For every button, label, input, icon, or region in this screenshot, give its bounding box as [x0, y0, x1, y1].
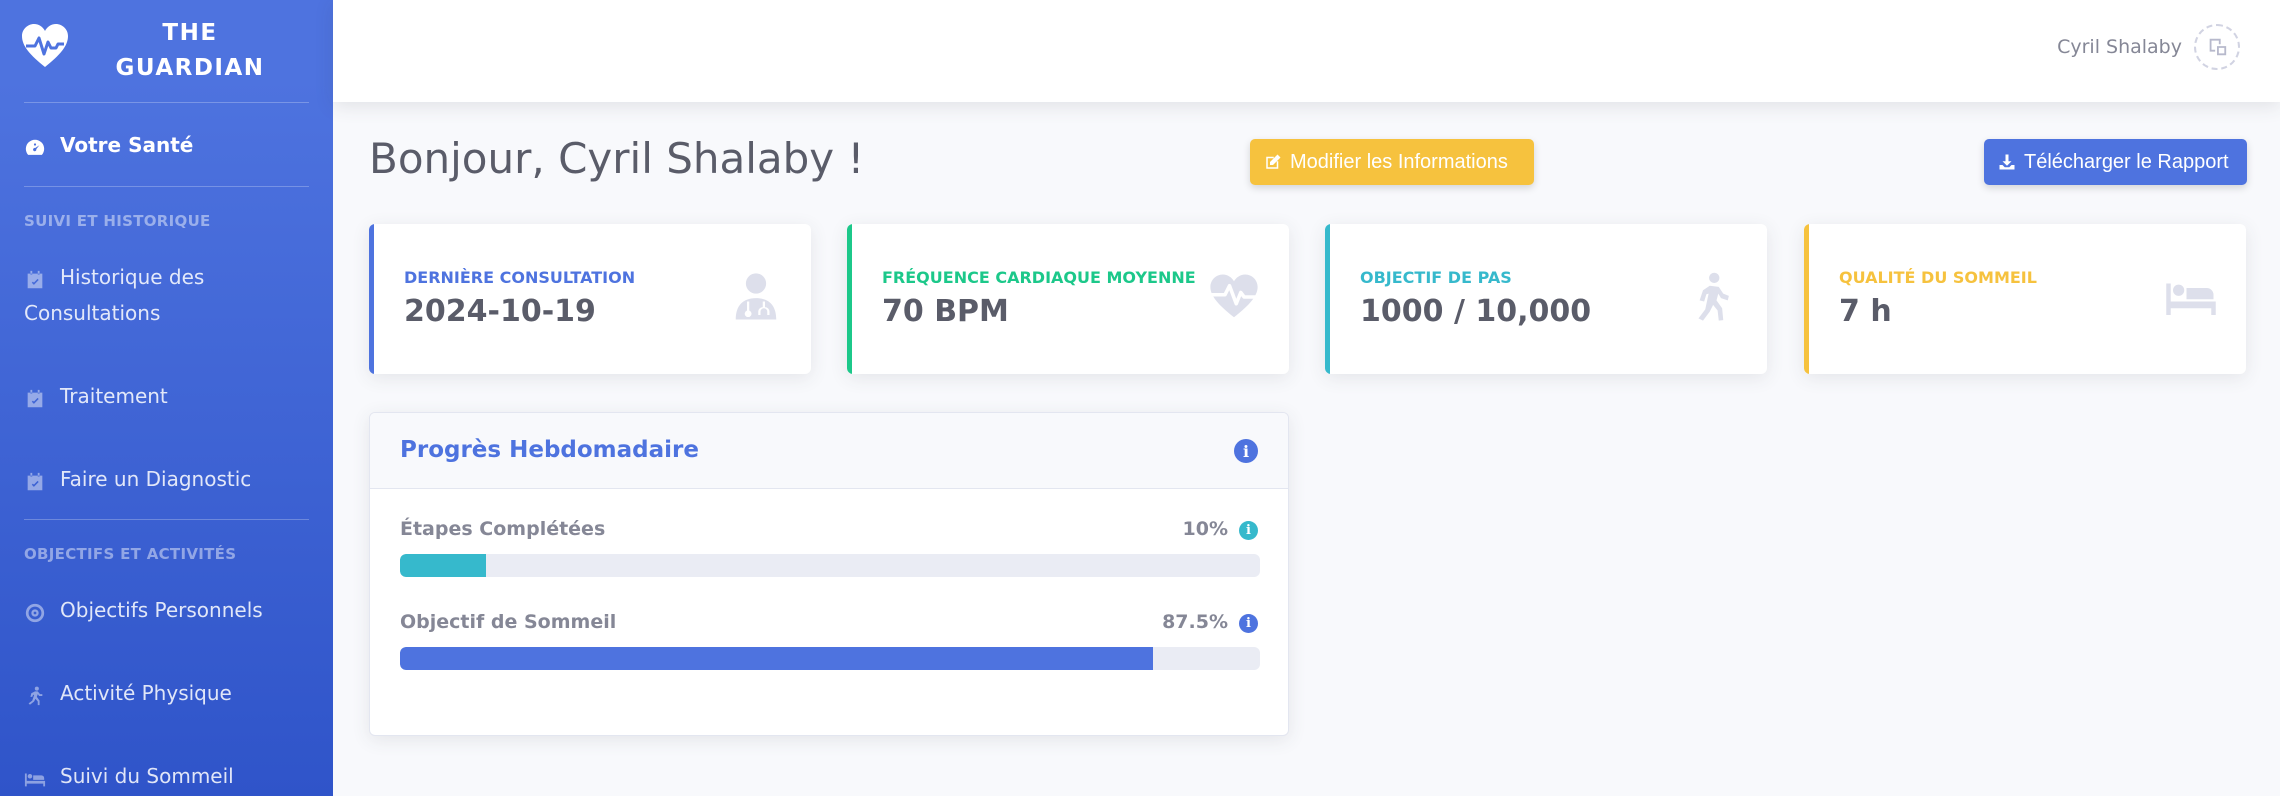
user-image-icon [2209, 38, 2227, 56]
heartbeat-logo-icon [20, 22, 70, 72]
page-title: Bonjour, Cyril Shalaby ! [369, 134, 865, 183]
card-value: 70 BPM [882, 294, 1009, 329]
edit-icon [1266, 154, 1281, 169]
progress-label-sleep: Objectif de Sommeil [400, 611, 617, 633]
card-value: 7 h [1839, 294, 1892, 329]
sidebar-divider [24, 519, 309, 520]
download-report-label: Télécharger le Rapport [2024, 150, 2229, 173]
card-label: FRÉQUENCE CARDIAQUE MOYENNE [882, 268, 1196, 287]
card-accent [847, 224, 852, 374]
card-label: DERNIÈRE CONSULTATION [404, 268, 636, 287]
download-report-button[interactable]: Télécharger le Rapport [1984, 139, 2247, 185]
brand-line2: GUARDIAN [115, 55, 265, 81]
progress-bar-steps [400, 554, 1260, 577]
avatar[interactable] [2194, 24, 2240, 70]
panel-header: Progrès Hebdomadaire i [370, 413, 1288, 489]
info-icon[interactable]: i [1234, 439, 1258, 463]
sidebar-item-label: Traitement [60, 384, 168, 408]
panel-title: Progrès Hebdomadaire [400, 437, 699, 463]
sidebar-item-objectifs[interactable]: Objectifs Personnels [24, 592, 314, 628]
edit-info-label: Modifier les Informations [1290, 150, 1508, 173]
running-icon [24, 682, 46, 706]
card-value: 2024-10-19 [404, 294, 596, 329]
card-value: 1000 / 10,000 [1360, 294, 1592, 329]
progress-percent-sleep: 87.5% [1162, 611, 1228, 633]
sidebar-item-label: Objectifs Personnels [60, 598, 263, 622]
sidebar-item-label: Votre Santé [60, 133, 194, 157]
user-name[interactable]: Cyril Shalaby [2057, 36, 2182, 58]
info-icon[interactable]: i [1239, 521, 1258, 540]
sidebar-item-diagnostic[interactable]: Faire un Diagnostic [24, 461, 314, 497]
card-accent [369, 224, 374, 374]
sidebar-item-activite[interactable]: Activité Physique [24, 675, 314, 711]
topbar: Cyril Shalaby [333, 0, 2280, 102]
card-label: OBJECTIF DE PAS [1360, 268, 1512, 287]
card-step-goal: OBJECTIF DE PAS 1000 / 10,000 [1325, 224, 1767, 374]
sidebar-item-label: Consultations [24, 301, 161, 325]
sidebar-heading-objectifs: OBJECTIFS ET ACTIVITÉS [24, 545, 237, 563]
tachometer-icon [24, 134, 46, 156]
progress-label-steps: Étapes Complétées [400, 518, 606, 540]
brand[interactable]: THE GUARDIAN [0, 0, 333, 102]
sidebar-item-label: Activité Physique [60, 681, 232, 705]
sidebar-divider [24, 102, 309, 103]
calendar-check-icon [24, 385, 46, 408]
card-accent [1325, 224, 1330, 374]
walking-icon [1685, 270, 1739, 324]
progress-fill-sleep [400, 647, 1153, 670]
progress-fill-steps [400, 554, 486, 577]
sidebar-divider [24, 186, 309, 187]
calendar-check-icon [24, 266, 46, 289]
sidebar-item-historique-consultations[interactable]: Historique des Consultations [24, 259, 314, 331]
edit-info-button[interactable]: Modifier les Informations [1250, 139, 1534, 185]
sidebar-item-label: Suivi du Sommeil [60, 764, 234, 788]
sidebar-item-label: Historique des [60, 265, 205, 289]
sidebar-item-sommeil[interactable]: Suivi du Sommeil [24, 758, 314, 794]
weekly-progress-panel: Progrès Hebdomadaire i Étapes Complétées… [369, 412, 1289, 736]
doctor-icon [729, 270, 783, 324]
card-accent [1804, 224, 1809, 374]
bed-icon [2164, 270, 2218, 324]
card-heart-rate: FRÉQUENCE CARDIAQUE MOYENNE 70 BPM [847, 224, 1289, 374]
sidebar-item-votre-sante[interactable]: Votre Santé [24, 127, 314, 163]
sidebar-item-traitement[interactable]: Traitement [24, 378, 314, 414]
heartbeat-icon [1207, 270, 1261, 324]
brand-line1: THE [162, 20, 218, 46]
calendar-check-icon [24, 468, 46, 491]
sidebar-heading-suivi: SUIVI ET HISTORIQUE [24, 212, 211, 230]
card-label: QUALITÉ DU SOMMEIL [1839, 268, 2037, 287]
sidebar: THE GUARDIAN Votre Santé SUIVI ET HISTOR… [0, 0, 333, 796]
card-last-consultation: DERNIÈRE CONSULTATION 2024-10-19 [369, 224, 811, 374]
download-icon [1999, 154, 2015, 170]
brand-name: THE GUARDIAN [110, 16, 270, 86]
card-sleep-quality: QUALITÉ DU SOMMEIL 7 h [1804, 224, 2246, 374]
progress-percent-steps: 10% [1182, 518, 1228, 540]
info-icon[interactable]: i [1239, 614, 1258, 633]
progress-bar-sleep [400, 647, 1260, 670]
bullseye-icon [24, 599, 46, 623]
sidebar-item-label: Faire un Diagnostic [60, 467, 252, 491]
bed-icon [24, 765, 46, 787]
